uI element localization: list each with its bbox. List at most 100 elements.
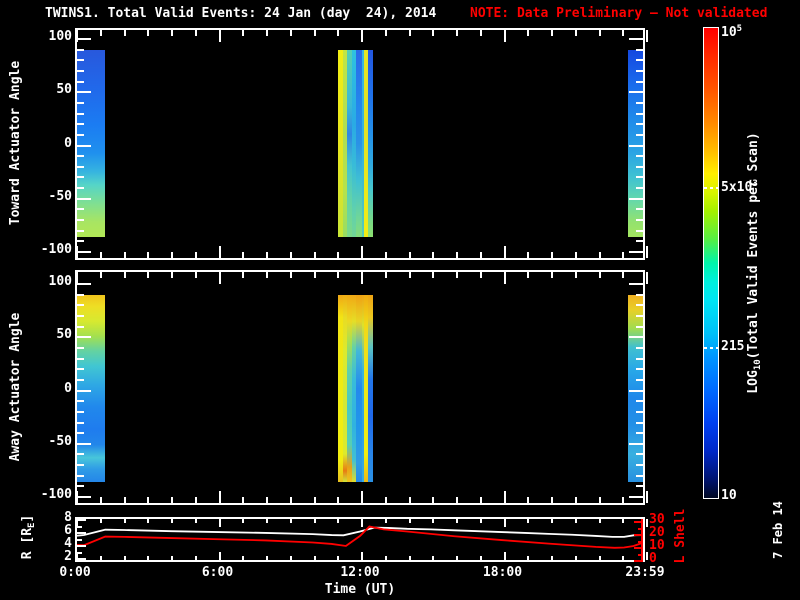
- axis-tick: [629, 198, 643, 200]
- axis-tick: [456, 272, 458, 278]
- axis-tick: [77, 49, 84, 51]
- axis-tick: [385, 556, 387, 560]
- axis-tick: [636, 176, 643, 178]
- axis-tick: [171, 272, 173, 278]
- axis-tick: [432, 556, 434, 560]
- axis-tick: [77, 240, 84, 242]
- axis-tick: [575, 252, 577, 258]
- axis-tick: [290, 556, 292, 560]
- colorbar-bottom-label: 10: [721, 488, 737, 503]
- axis-tick: [636, 475, 643, 477]
- axis-tick: [77, 379, 84, 381]
- axis-tick: [504, 246, 506, 258]
- axis-tick: [361, 491, 363, 503]
- axis-tick: [636, 230, 643, 232]
- axis-tick: [551, 252, 553, 258]
- axis-tick: [622, 272, 624, 278]
- axis-tick: [171, 556, 173, 560]
- axis-tick: [646, 30, 648, 42]
- axis-tick: [361, 552, 363, 560]
- axis-tick: [636, 123, 643, 125]
- axis-tick: [456, 519, 458, 523]
- axis-tick: [385, 272, 387, 278]
- axis-tick: [432, 252, 434, 258]
- axis-tick: [77, 326, 84, 328]
- axis-tick: [527, 30, 529, 36]
- axis-tick: [480, 497, 482, 503]
- axis-tick: [432, 519, 434, 523]
- axis-tick: [77, 166, 84, 168]
- axis-tick: [575, 556, 577, 560]
- axis-tick: [636, 358, 643, 360]
- axis-tick: [314, 30, 316, 36]
- axis-tick: [266, 272, 268, 278]
- axis-tick: [77, 59, 84, 61]
- axis-tick: [456, 30, 458, 36]
- axis-tick: [77, 315, 84, 317]
- colorbar: [703, 27, 719, 499]
- axis-tick: [266, 252, 268, 258]
- axis-tick: [409, 272, 411, 278]
- axis-tick: [636, 155, 643, 157]
- axis-tick: [77, 519, 86, 521]
- axis-tick: [361, 246, 363, 258]
- axis-tick: [77, 91, 91, 93]
- axis-tick: [77, 411, 84, 413]
- heatmap-band-column: [368, 294, 373, 483]
- axis-tick: [77, 390, 91, 392]
- tick-label: 50: [56, 327, 72, 343]
- axis-tick: [480, 30, 482, 36]
- axis-tick: [622, 556, 624, 560]
- axis-tick: [480, 272, 482, 278]
- axis-tick: [171, 519, 173, 523]
- axis-tick: [266, 519, 268, 523]
- tick-label: -50: [48, 433, 72, 449]
- axis-tick: [629, 390, 643, 392]
- toward-panel: [75, 28, 648, 260]
- axis-tick: [504, 491, 506, 503]
- axis-tick: [337, 519, 339, 523]
- axis-tick: [242, 497, 244, 503]
- axis-tick: [242, 272, 244, 278]
- axis-tick: [599, 252, 601, 258]
- axis-tick: [361, 519, 363, 527]
- axis-tick: [314, 272, 316, 278]
- axis-tick: [147, 272, 149, 278]
- axis-tick: [219, 30, 221, 42]
- axis-tick: [77, 113, 84, 115]
- colorbar-dash-low: [704, 347, 718, 349]
- axis-tick: [77, 187, 84, 189]
- date-stamp: 7 Feb 14: [771, 501, 785, 559]
- axis-tick: [504, 30, 506, 42]
- axis-tick: [147, 497, 149, 503]
- axis-tick: [242, 556, 244, 560]
- colorbar-low-label: 215: [721, 339, 745, 354]
- tick-label: -100: [40, 242, 72, 257]
- axis-tick: [314, 556, 316, 560]
- axis-tick: [636, 464, 643, 466]
- tick-label: 23:59: [625, 565, 665, 580]
- axis-tick: [636, 411, 643, 413]
- axis-tick: [646, 552, 648, 560]
- axis-tick: [219, 272, 221, 284]
- axis-tick: [636, 59, 643, 61]
- axis-tick: [456, 252, 458, 258]
- axis-tick: [219, 552, 221, 560]
- axis-tick: [636, 453, 643, 455]
- axis-tick: [622, 519, 624, 523]
- axis-tick: [385, 519, 387, 523]
- axis-tick: [77, 176, 84, 178]
- heatmap-band: [338, 294, 373, 483]
- axis-tick: [195, 556, 197, 560]
- axis-tick: [432, 497, 434, 503]
- axis-tick: [629, 251, 643, 253]
- axis-tick: [100, 556, 102, 560]
- axis-tick: [634, 560, 643, 562]
- axis-tick: [409, 252, 411, 258]
- axis-tick: [409, 519, 411, 523]
- axis-tick: [195, 252, 197, 258]
- axis-tick: [219, 246, 221, 258]
- axis-tick: [124, 556, 126, 560]
- axis-tick: [77, 123, 84, 125]
- colorbar-top-label: 105: [721, 24, 743, 40]
